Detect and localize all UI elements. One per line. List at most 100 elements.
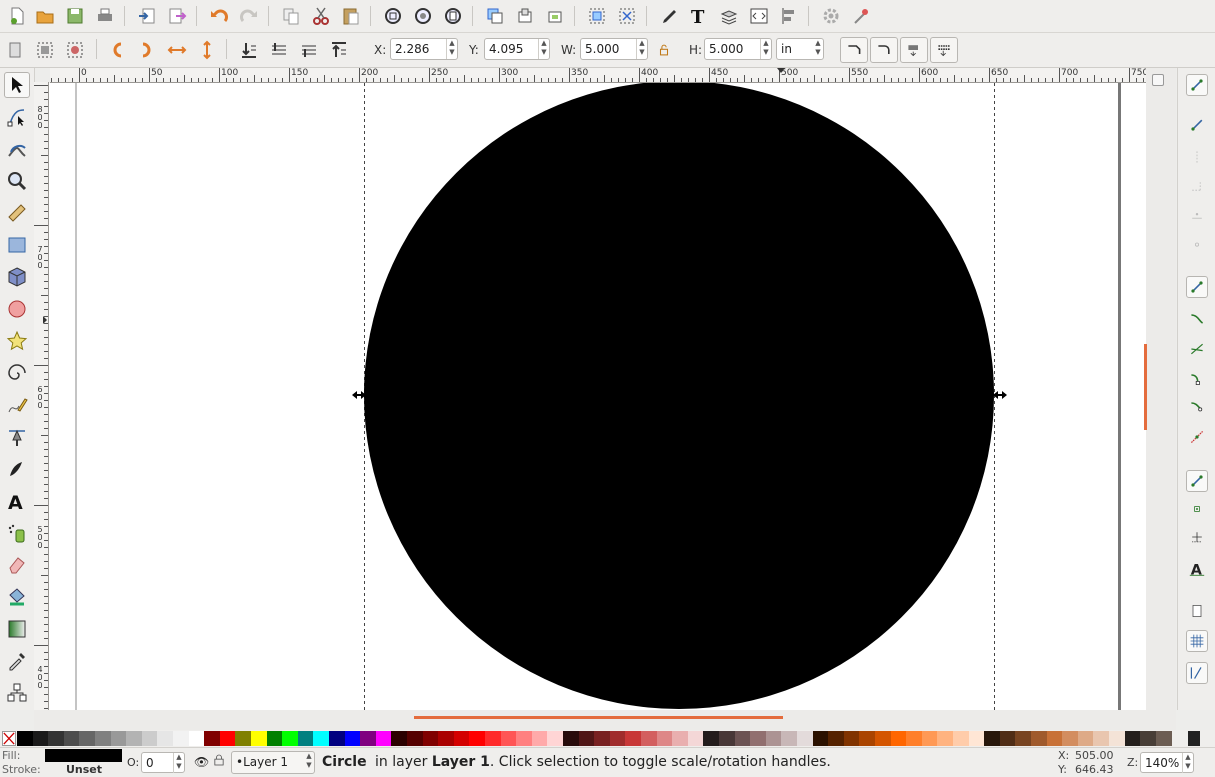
snap-paths-icon[interactable]: [1186, 308, 1208, 330]
h-spinbox[interactable]: 5.000 ▲ ▼: [704, 38, 772, 60]
undo-icon[interactable]: [206, 3, 232, 29]
palette-swatch[interactable]: [1015, 731, 1032, 746]
eraser-tool-icon[interactable]: [4, 552, 30, 578]
lock-ratio-icon[interactable]: [652, 37, 676, 63]
vertical-scroll-thumb[interactable]: [1144, 344, 1147, 430]
text-font-icon[interactable]: T: [686, 3, 712, 29]
palette-swatch[interactable]: [157, 731, 174, 746]
snap-nodes-icon[interactable]: [1186, 276, 1208, 298]
unit-select[interactable]: in ▲ ▼: [776, 38, 824, 60]
connector-tool-icon[interactable]: [4, 680, 30, 706]
palette-swatch[interactable]: [812, 731, 829, 746]
snap-midpoints-icon[interactable]: [1186, 426, 1208, 448]
palette-swatch[interactable]: [235, 731, 252, 746]
palette-swatch[interactable]: [344, 731, 361, 746]
3d-box-tool-icon[interactable]: [4, 264, 30, 290]
clone-icon[interactable]: [512, 3, 538, 29]
scale-handle-right[interactable]: [993, 391, 1007, 399]
visibility-eye-icon[interactable]: 👁: [194, 755, 209, 769]
palette-swatch[interactable]: [609, 731, 626, 746]
palette-swatch[interactable]: [1077, 731, 1094, 746]
rotate-cw-icon[interactable]: [134, 37, 160, 63]
snap-text-baseline-icon[interactable]: A: [1186, 558, 1208, 580]
palette-swatch[interactable]: [1124, 731, 1141, 746]
palette-swatch[interactable]: [516, 731, 533, 746]
palette-swatch[interactable]: [719, 731, 735, 746]
selector-tool-icon[interactable]: [4, 72, 30, 98]
palette-swatch[interactable]: [95, 731, 111, 746]
duplicate-icon[interactable]: [482, 3, 508, 29]
palette-swatch[interactable]: [204, 731, 221, 746]
spin-arrows-icon[interactable]: ▲ ▼: [538, 39, 549, 59]
y-spinbox[interactable]: 4.095 ▲ ▼: [484, 38, 550, 60]
palette-swatch[interactable]: [1155, 731, 1172, 746]
document-properties-icon[interactable]: [848, 3, 874, 29]
palette-swatch[interactable]: [422, 731, 439, 746]
palette-swatch[interactable]: [750, 731, 767, 746]
palette-swatch[interactable]: [843, 731, 860, 746]
palette-swatch[interactable]: [251, 731, 267, 746]
snap-grid-icon[interactable]: [1186, 630, 1208, 652]
no-paint-icon[interactable]: [2, 731, 16, 746]
circle-object[interactable]: [364, 83, 994, 709]
import-icon[interactable]: [134, 3, 160, 29]
ellipse-tool-icon[interactable]: [4, 296, 30, 322]
palette-swatch[interactable]: [875, 731, 891, 746]
spin-arrows-icon[interactable]: ▲ ▼: [760, 39, 771, 59]
export-icon[interactable]: [164, 3, 190, 29]
text-tool-icon[interactable]: A: [4, 488, 30, 514]
paint-bucket-tool-icon[interactable]: [4, 584, 30, 610]
raise-to-top-icon[interactable]: [326, 37, 352, 63]
snap-smooth-nodes-icon[interactable]: [1186, 396, 1208, 418]
palette-swatch[interactable]: [141, 731, 158, 746]
palette-swatch[interactable]: [1140, 731, 1157, 746]
palette-swatch[interactable]: [188, 731, 205, 746]
snap-object-center-icon[interactable]: [1186, 498, 1208, 520]
palette-swatch[interactable]: [391, 731, 408, 746]
zoom-page-icon[interactable]: [440, 3, 466, 29]
snap-page-border-icon[interactable]: [1186, 600, 1208, 622]
gradient-tool-icon[interactable]: [4, 616, 30, 642]
snap-bbox-midpoint-icon[interactable]: [1186, 204, 1208, 226]
lower-icon[interactable]: [266, 37, 292, 63]
layer-select[interactable]: •Layer 1 ▲ ▼: [231, 751, 315, 774]
palette-swatch[interactable]: [531, 731, 548, 746]
palette-scroll-swatch[interactable]: [1188, 731, 1200, 746]
redo-icon[interactable]: [236, 3, 262, 29]
palette-swatch[interactable]: [469, 731, 486, 746]
palette-swatch[interactable]: [453, 731, 470, 746]
palette-swatch[interactable]: [672, 731, 689, 746]
opacity-spinbox[interactable]: 0 ▲ ▼: [141, 752, 185, 773]
spin-arrows-icon[interactable]: ▲ ▼: [1182, 753, 1193, 773]
xml-editor-icon[interactable]: [746, 3, 772, 29]
fill-swatch[interactable]: [45, 749, 122, 762]
tweak-tool-icon[interactable]: [4, 136, 30, 162]
lock-layer-icon[interactable]: [214, 754, 224, 769]
w-spinbox[interactable]: 5.000 ▲ ▼: [580, 38, 648, 60]
palette-swatch[interactable]: [781, 731, 798, 746]
palette-swatch[interactable]: [1093, 731, 1110, 746]
snap-bbox-center-icon[interactable]: [1186, 232, 1208, 254]
palette-swatch[interactable]: [984, 731, 1001, 746]
snap-rotation-center-icon[interactable]: [1186, 526, 1208, 548]
palette-swatch[interactable]: [547, 731, 564, 746]
preferences-gear-icon[interactable]: [818, 3, 844, 29]
palette-swatch[interactable]: [953, 731, 969, 746]
palette-swatch[interactable]: [500, 731, 517, 746]
palette-swatch[interactable]: [797, 731, 813, 746]
star-tool-icon[interactable]: [4, 328, 30, 354]
palette-swatch[interactable]: [906, 731, 923, 746]
spin-arrows-icon[interactable]: ▲ ▼: [173, 753, 184, 773]
fill-stroke-icon[interactable]: [656, 3, 682, 29]
palette-swatch[interactable]: [625, 731, 642, 746]
flip-vertical-icon[interactable]: [194, 37, 220, 63]
zoom-tool-icon[interactable]: [4, 168, 30, 194]
group-icon[interactable]: [584, 3, 610, 29]
snap-enable-icon[interactable]: [1186, 74, 1208, 96]
palette-swatch[interactable]: [765, 731, 782, 746]
palette-swatch[interactable]: [375, 731, 392, 746]
palette-swatch[interactable]: [329, 731, 345, 746]
palette-swatch[interactable]: [999, 731, 1016, 746]
palette-swatch[interactable]: [282, 731, 299, 746]
dropper-tool-icon[interactable]: [4, 648, 30, 674]
